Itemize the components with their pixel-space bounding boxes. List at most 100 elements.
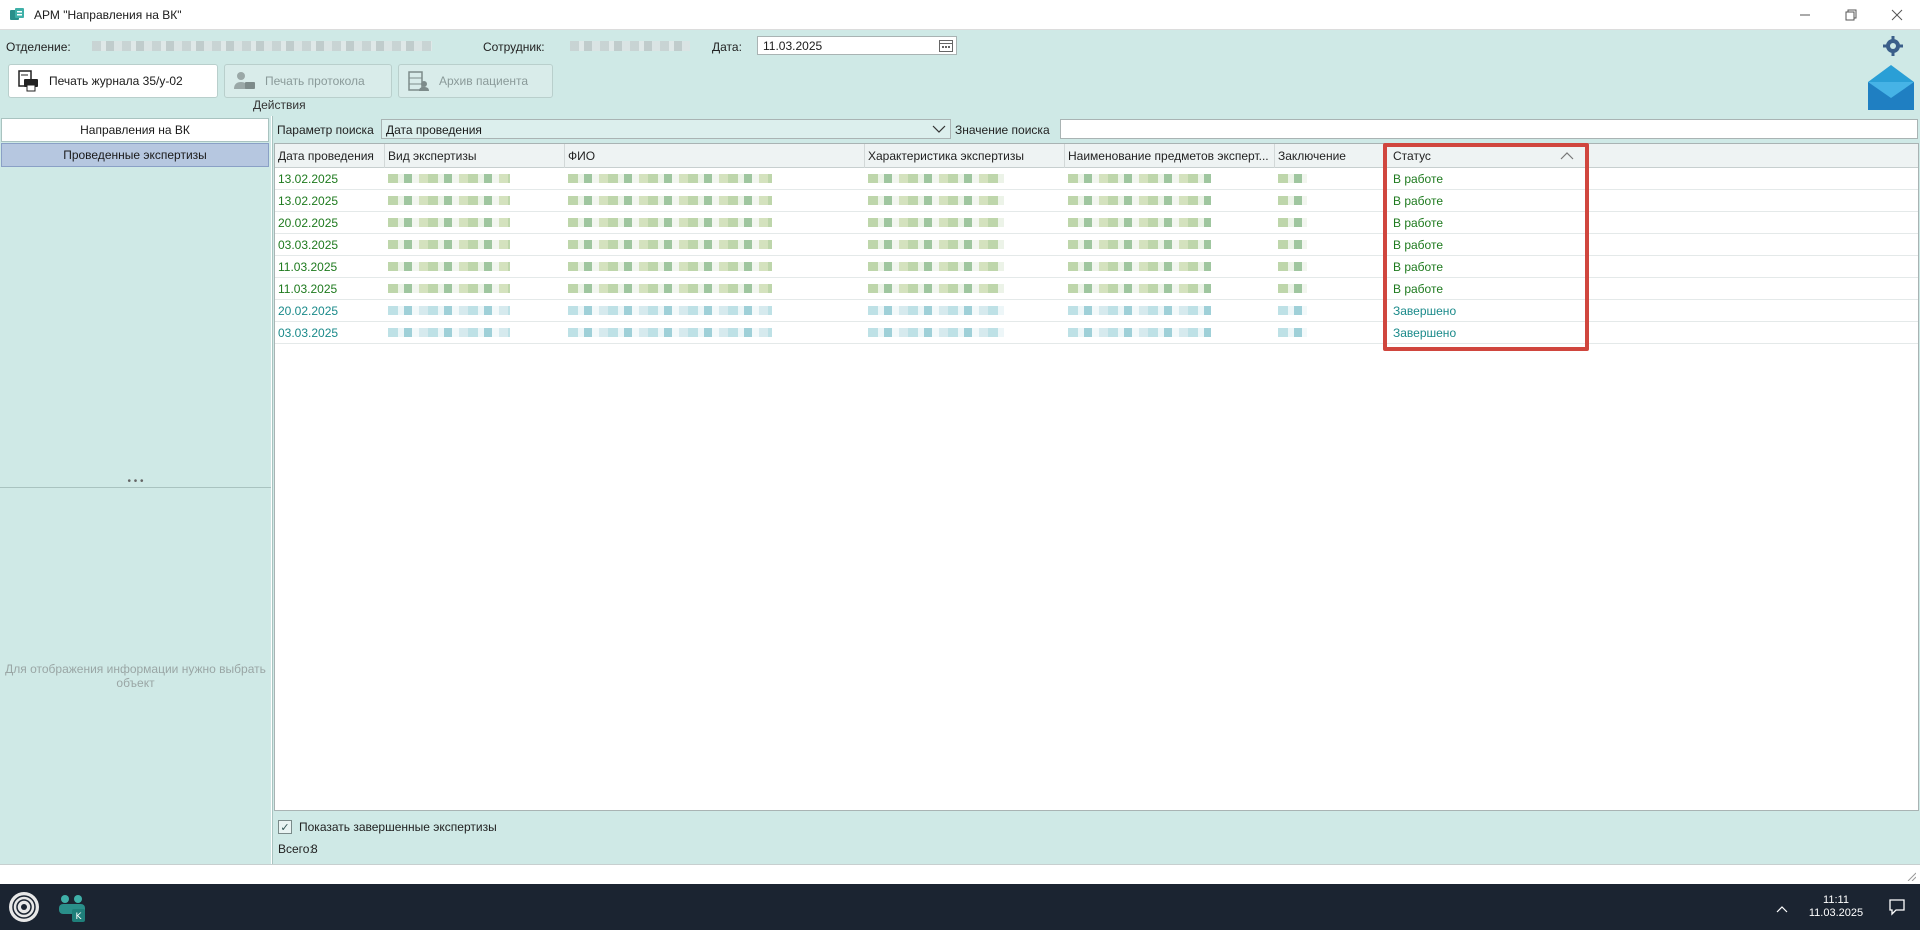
cell-date: 03.03.2025 xyxy=(278,238,339,252)
print-protocol-icon xyxy=(231,68,257,94)
clock-time: 11:11 xyxy=(1823,894,1849,906)
notification-center-icon[interactable] xyxy=(1888,898,1906,919)
arm-app-taskbar-icon[interactable]: K xyxy=(56,891,88,923)
redacted-cell xyxy=(388,218,510,227)
cell-date: 11.03.2025 xyxy=(278,282,338,296)
show-completed-checkbox[interactable]: ✓ xyxy=(278,820,292,834)
redacted-cell xyxy=(388,240,510,249)
splitter-handle[interactable]: • • • xyxy=(0,475,271,487)
redacted-cell xyxy=(568,284,772,293)
col-header-characteristic[interactable]: Характеристика экспертизы xyxy=(865,144,1065,168)
redacted-cell xyxy=(1068,218,1211,227)
close-button[interactable] xyxy=(1874,0,1920,30)
redacted-cell xyxy=(1068,240,1211,249)
total-value: 8 xyxy=(311,842,318,856)
redacted-cell xyxy=(1068,262,1211,271)
restore-button[interactable] xyxy=(1828,0,1874,30)
calendar-icon[interactable] xyxy=(938,38,954,53)
redacted-cell xyxy=(1278,328,1307,337)
redacted-cell xyxy=(388,196,510,205)
redacted-cell xyxy=(868,174,1004,183)
search-param-select[interactable]: Дата проведения xyxy=(381,119,951,139)
window-status-strip xyxy=(0,864,1920,884)
table-row[interactable]: 13.02.2025 В работе xyxy=(275,168,1918,190)
close-icon xyxy=(1891,9,1903,21)
col-header-date[interactable]: Дата проведения xyxy=(275,144,385,168)
print-journal-label: Печать журнала 35/у-02 xyxy=(49,74,183,88)
redacted-cell xyxy=(568,262,772,271)
col-header-exam-type[interactable]: Вид экспертизы xyxy=(385,144,565,168)
title-bar: АРМ "Направления на ВК" xyxy=(0,0,1920,30)
resize-grip-icon[interactable] xyxy=(1906,870,1917,884)
redacted-cell xyxy=(568,218,772,227)
chevron-down-icon xyxy=(932,123,946,137)
sidebar-item-label: Направления на ВК xyxy=(80,123,190,137)
mail-envelope-icon[interactable] xyxy=(1866,62,1916,112)
redacted-cell xyxy=(388,262,510,271)
redacted-cell xyxy=(1278,196,1307,205)
date-label: Дата: xyxy=(712,40,742,54)
redacted-cell xyxy=(1068,328,1211,337)
department-value-redacted xyxy=(92,41,432,51)
table-row[interactable]: 20.02.2025 Завершено xyxy=(275,300,1918,322)
table-row[interactable]: 11.03.2025 В работе xyxy=(275,278,1918,300)
print-protocol-button[interactable]: Печать протокола xyxy=(224,64,392,98)
table-footer: ✓ Показать завершенные экспертизы Всего:… xyxy=(273,812,1920,864)
search-param-label: Параметр поиска xyxy=(277,123,374,137)
cell-date: 20.02.2025 xyxy=(278,216,339,230)
redacted-cell xyxy=(568,306,772,315)
sidebar-item-completed-examinations[interactable]: Проведенные экспертизы xyxy=(1,143,269,167)
status-column-highlight xyxy=(1383,143,1589,351)
app-icon xyxy=(9,7,25,23)
table-row[interactable]: 03.03.2025 Завершено xyxy=(275,322,1918,344)
redacted-cell xyxy=(868,306,1004,315)
details-placeholder-text: Для отображения информации нужно выбрать… xyxy=(5,662,266,690)
redacted-cell xyxy=(868,240,1004,249)
redacted-cell xyxy=(868,218,1004,227)
col-header-conclusion[interactable]: Заключение xyxy=(1275,144,1387,168)
show-completed-label: Показать завершенные экспертизы xyxy=(299,820,497,834)
total-label: Всего: xyxy=(278,842,313,856)
redacted-cell xyxy=(868,196,1004,205)
tray-chevron-up-icon[interactable] xyxy=(1776,902,1788,916)
redacted-cell xyxy=(388,306,510,315)
redacted-cell xyxy=(1068,306,1211,315)
table-row[interactable]: 03.03.2025 В работе xyxy=(275,234,1918,256)
checkmark-icon: ✓ xyxy=(280,821,290,834)
redacted-cell xyxy=(1278,218,1307,227)
date-field[interactable]: 11.03.2025 xyxy=(757,36,957,55)
redacted-cell xyxy=(1068,284,1211,293)
sidebar-item-referrals[interactable]: Направления на ВК xyxy=(1,118,269,142)
search-param-value: Дата проведения xyxy=(386,123,482,137)
date-value: 11.03.2025 xyxy=(763,39,823,53)
search-input[interactable] xyxy=(1060,119,1918,139)
taskbar-clock[interactable]: 11:11 11.03.2025 xyxy=(1806,894,1866,920)
main-panel: Параметр поиска Дата проведения Значение… xyxy=(272,116,1920,864)
sidebar-item-label: Проведенные экспертизы xyxy=(63,148,207,162)
table-row[interactable]: 20.02.2025 В работе xyxy=(275,212,1918,234)
department-label: Отделение: xyxy=(6,40,71,54)
patient-archive-icon xyxy=(405,68,431,94)
redacted-cell xyxy=(1278,174,1307,183)
col-header-patient-name[interactable]: ФИО xyxy=(565,144,865,168)
cell-date: 13.02.2025 xyxy=(278,194,339,208)
cell-date: 13.02.2025 xyxy=(278,172,339,186)
redacted-cell xyxy=(868,262,1004,271)
start-menu-icon[interactable] xyxy=(8,891,40,923)
table-row[interactable]: 13.02.2025 В работе xyxy=(275,190,1918,212)
patient-archive-button[interactable]: Архив пациента xyxy=(398,64,553,98)
cell-date: 03.03.2025 xyxy=(278,326,339,340)
redacted-cell xyxy=(1278,284,1307,293)
redacted-cell xyxy=(868,284,1004,293)
col-header-subjects[interactable]: Наименование предметов эксперт... xyxy=(1065,144,1275,168)
settings-gear-icon[interactable] xyxy=(1882,35,1904,57)
redacted-cell xyxy=(1068,174,1211,183)
redacted-cell xyxy=(568,174,772,183)
redacted-cell xyxy=(1278,240,1307,249)
examinations-table: Дата проведения Вид экспертизы ФИО Харак… xyxy=(274,143,1919,811)
table-row[interactable]: 11.03.2025 В работе xyxy=(275,256,1918,278)
redacted-cell xyxy=(868,328,1004,337)
minimize-button[interactable] xyxy=(1782,0,1828,30)
cell-date: 20.02.2025 xyxy=(278,304,339,318)
print-journal-button[interactable]: Печать журнала 35/у-02 xyxy=(8,64,218,98)
